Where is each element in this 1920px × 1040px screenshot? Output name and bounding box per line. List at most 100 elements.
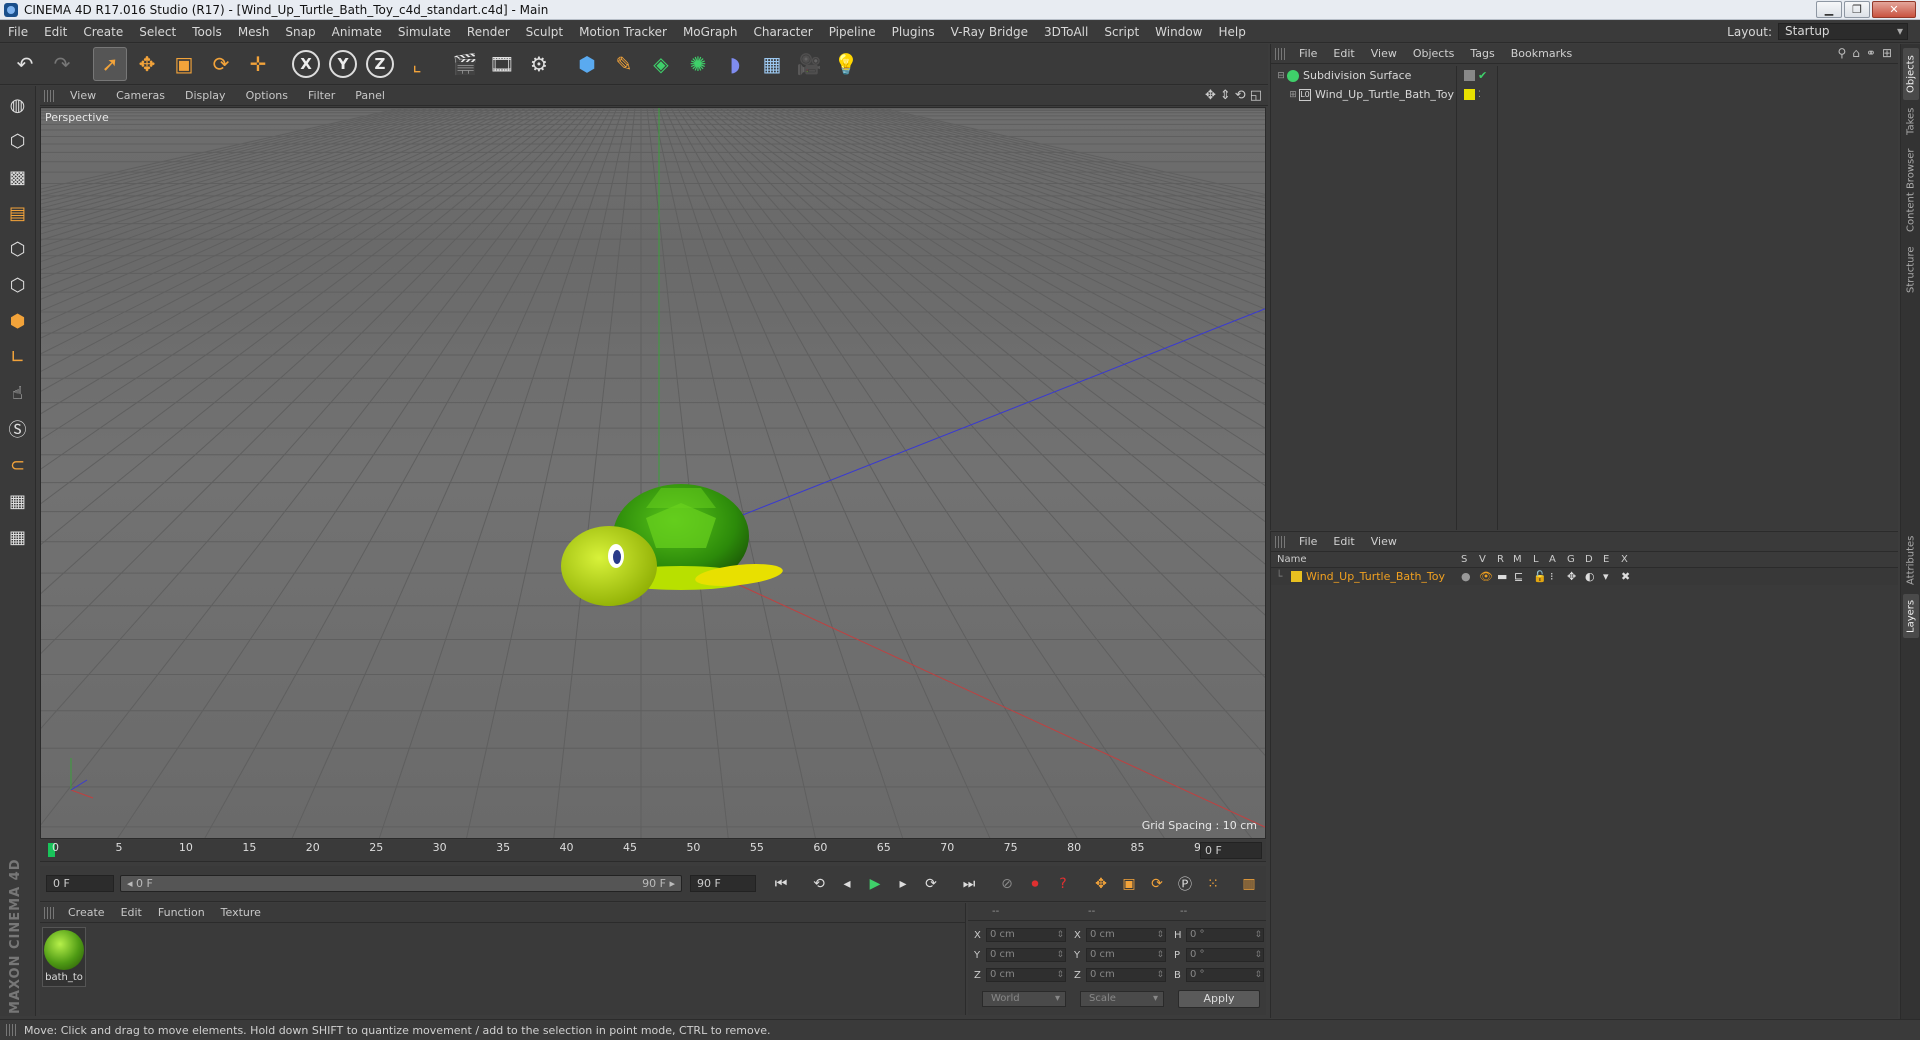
position-z-field[interactable]: 0 cm [986,968,1066,982]
subdivision-generator-icon[interactable]: ◈ [644,47,678,81]
tab-objects[interactable]: Objects [1903,48,1919,100]
render-icon[interactable]: ▬ [1497,570,1507,583]
end-frame-field[interactable]: 90 F [690,875,756,892]
col-animation[interactable]: A [1549,554,1556,565]
menu-script[interactable]: Script [1096,25,1147,39]
go-to-start-icon[interactable]: ⏮ [768,872,794,896]
menu-sculpt[interactable]: Sculpt [518,25,571,39]
previous-keyframe-icon[interactable]: ⟲ [806,872,832,896]
menu-tools[interactable]: Tools [184,25,230,39]
home-icon[interactable]: ⌂ [1852,46,1860,60]
points-mode-icon[interactable]: ⬡ [3,234,33,264]
menu-plugins[interactable]: Plugins [884,25,943,39]
menu-mograph[interactable]: MoGraph [675,25,746,39]
redo-icon[interactable]: ↷ [45,47,79,81]
col-deformers[interactable]: D [1585,554,1593,565]
undo-icon[interactable]: ↶ [8,47,42,81]
timeline-ruler[interactable]: 051015202530354045505560657075808590 0 F [40,840,1266,862]
objects-menu-objects[interactable]: Objects [1405,47,1463,60]
collapse-icon[interactable]: ⊟ [1275,71,1287,81]
autokeying-icon[interactable]: ? [1050,872,1076,896]
x-axis-lock-icon[interactable]: X [289,47,323,81]
workplane-lock-icon[interactable]: ▦ [3,486,33,516]
col-generators[interactable]: G [1567,554,1575,565]
animation-icon[interactable]: ⁝ [1550,570,1554,583]
minimize-button[interactable]: ▁ [1816,1,1842,18]
col-manager[interactable]: M [1513,554,1522,565]
viewport-menu-display[interactable]: Display [175,89,236,102]
xref-icon[interactable]: ✖ [1621,570,1630,583]
layer-row[interactable]: └ Wind_Up_Turtle_Bath_Toy ● 👁 ▬ ⊑ 🔓 ⁝ ✥ … [1271,568,1898,585]
material-menu-texture[interactable]: Texture [213,906,269,919]
col-locked[interactable]: L [1533,554,1539,565]
size-y-field[interactable]: 0 cm [1086,948,1166,962]
visibility-toggle-icon[interactable] [1464,70,1475,81]
mograph-cloner-icon[interactable]: ✺ [681,47,715,81]
workplane-mode-icon[interactable]: ▤ [3,198,33,228]
menu-character[interactable]: Character [745,25,820,39]
tab-takes[interactable]: Takes [1903,104,1919,138]
lock-icon[interactable]: 🔓 [1533,570,1547,583]
menu-motion-tracker[interactable]: Motion Tracker [571,25,675,39]
viewport-menu-filter[interactable]: Filter [298,89,345,102]
tab-layers[interactable]: Layers [1903,594,1919,638]
view-eye-icon[interactable]: 👁 [1479,570,1493,583]
zoom-view-icon[interactable]: ⇕ [1220,88,1231,103]
coordinate-space-select[interactable]: World [982,991,1066,1007]
panel-grip[interactable] [1275,47,1285,60]
menu-create[interactable]: Create [75,25,131,39]
menu-simulate[interactable]: Simulate [390,25,459,39]
live-selection-icon[interactable]: ➚ [93,47,127,81]
viewport-menu-options[interactable]: Options [236,89,298,102]
size-x-field[interactable]: 0 cm [1086,928,1166,942]
layer-name[interactable]: Wind_Up_Turtle_Bath_Toy [1306,570,1445,583]
menu-3dtoall[interactable]: 3DToAll [1036,25,1096,39]
link-icon[interactable]: ⚭ [1866,46,1876,60]
material-swatch[interactable]: bath_to [42,927,86,987]
scale-tool-icon[interactable]: ▣ [167,47,201,81]
record-keys-disabled-icon[interactable]: ⊘ [994,872,1020,896]
orbit-view-icon[interactable]: ⟲ [1235,88,1246,103]
close-button[interactable]: ✕ [1872,1,1916,18]
make-editable-icon[interactable]: ◍ [3,90,33,120]
toggle-layout-icon[interactable]: ◱ [1250,88,1262,103]
rotation-p-field[interactable]: 0 ° [1186,948,1264,962]
menu-mesh[interactable]: Mesh [230,25,278,39]
size-z-field[interactable]: 0 cm [1086,968,1166,982]
render-view-icon[interactable]: 🎬 [448,47,482,81]
visibility-dots-icon[interactable]: ⁚ [1478,90,1481,100]
next-keyframe-icon[interactable]: ⟳ [918,872,944,896]
move-tool-icon[interactable]: ✥ [130,47,164,81]
model-mode-icon[interactable]: ⬡ [3,126,33,156]
play-forward-icon[interactable]: ▶ [862,872,888,896]
polygons-mode-icon[interactable]: ⬢ [3,306,33,336]
expand-icon[interactable]: ⊞ [1287,90,1299,100]
deformer-icon[interactable]: ◗ [718,47,752,81]
menu-help[interactable]: Help [1210,25,1253,39]
rotate-tool-icon[interactable]: ⟳ [204,47,238,81]
preview-range-slider[interactable]: ◂ 0 F 90 F ▸ [120,875,682,892]
floor-environment-icon[interactable]: ▦ [755,47,789,81]
menu-vray-bridge[interactable]: V-Ray Bridge [943,25,1036,39]
edges-mode-icon[interactable]: ⬡ [3,270,33,300]
col-solo[interactable]: S [1461,554,1467,565]
col-view[interactable]: V [1479,554,1486,565]
layout-dropdown[interactable]: Startup [1778,23,1908,40]
search-icon[interactable]: ⚲ [1837,46,1846,60]
previous-frame-icon[interactable]: ◂ [834,872,860,896]
viewport-menu-cameras[interactable]: Cameras [106,89,175,102]
render-picture-viewer-icon[interactable]: 🎞 [485,47,519,81]
new-view-icon[interactable]: ⊞ [1882,46,1892,60]
render-settings-icon[interactable]: ⚙ [522,47,556,81]
objects-menu-file[interactable]: File [1291,47,1325,60]
z-axis-lock-icon[interactable]: Z [363,47,397,81]
key-pla-icon[interactable]: ⁙ [1200,872,1226,896]
panel-grip[interactable] [1275,535,1285,548]
col-render[interactable]: R [1497,554,1504,565]
col-xref[interactable]: X [1621,554,1628,565]
tree-row-wind-up-turtle[interactable]: ⊞ L0 Wind_Up_Turtle_Bath_Toy [1271,85,1456,104]
record-active-objects-icon[interactable]: ⏺ [1022,872,1048,896]
layer-color-swatch[interactable] [1291,571,1302,582]
axis-mode-icon[interactable]: ∟ [3,342,33,372]
pen-spline-icon[interactable]: ✎ [607,47,641,81]
